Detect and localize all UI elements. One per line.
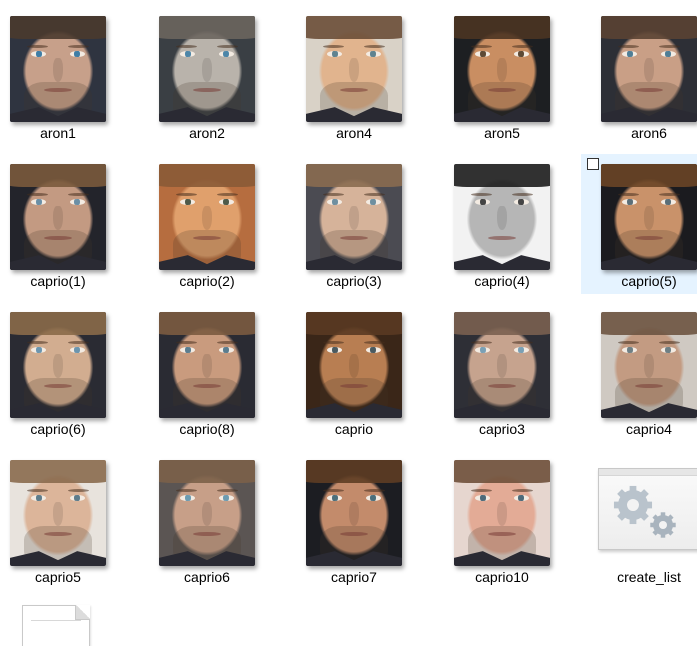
- face-photo: [454, 312, 550, 418]
- file-item-image[interactable]: aron5: [434, 6, 570, 146]
- face-photo: [10, 312, 106, 418]
- image-thumbnail: [306, 16, 402, 122]
- file-name-label: aron2: [189, 125, 225, 141]
- file-item-image[interactable]: aron6: [581, 6, 697, 146]
- file-item-image[interactable]: caprio10: [434, 450, 570, 590]
- file-item-image[interactable]: caprio4: [581, 302, 697, 442]
- file-name-label: create_list: [617, 569, 681, 585]
- image-thumbnail: [601, 312, 697, 418]
- file-item-image[interactable]: caprio(1): [0, 154, 126, 294]
- script-thumbnail: [598, 468, 697, 550]
- image-thumbnail: [10, 312, 106, 418]
- file-name-label: caprio(6): [30, 421, 86, 437]
- face-photo: [159, 460, 255, 566]
- file-item-image[interactable]: caprio(5): [581, 154, 697, 294]
- face-photo: [10, 460, 106, 566]
- file-item-image[interactable]: caprio: [286, 302, 422, 442]
- face-photo: [306, 164, 402, 270]
- image-thumbnail: [601, 164, 697, 270]
- file-name-label: caprio(1): [30, 273, 86, 289]
- file-item-image[interactable]: aron4: [286, 6, 422, 146]
- file-name-label: caprio3: [479, 421, 525, 437]
- image-thumbnail: [159, 312, 255, 418]
- file-item-image[interactable]: caprio(6): [0, 302, 126, 442]
- file-name-label: caprio(5): [621, 273, 677, 289]
- face-photo: [306, 16, 402, 122]
- file-name-label: caprio6: [184, 569, 230, 585]
- image-thumbnail: [306, 164, 402, 270]
- image-thumbnail: [10, 16, 106, 122]
- image-thumbnail: [159, 460, 255, 566]
- file-item-image[interactable]: caprio(2): [139, 154, 275, 294]
- file-name-label: aron6: [631, 125, 667, 141]
- file-item-image[interactable]: caprio5: [0, 450, 126, 590]
- face-photo: [159, 312, 255, 418]
- image-thumbnail: [454, 460, 550, 566]
- file-name-label: caprio: [334, 421, 374, 437]
- file-item-image[interactable]: caprio(4): [434, 154, 570, 294]
- file-name-label: caprio(3): [326, 273, 382, 289]
- file-name-label: caprio(8): [179, 421, 235, 437]
- image-thumbnail: [10, 164, 106, 270]
- image-thumbnail: [159, 16, 255, 122]
- face-photo: [454, 16, 550, 122]
- face-photo: [454, 460, 550, 566]
- image-thumbnail: [454, 164, 550, 270]
- file-name-label: caprio5: [35, 569, 81, 585]
- file-item-image[interactable]: caprio6: [139, 450, 275, 590]
- image-thumbnail: [306, 312, 402, 418]
- face-photo: [306, 460, 402, 566]
- file-name-label: caprio(4): [474, 273, 530, 289]
- face-photo: [159, 16, 255, 122]
- face-photo: [601, 312, 697, 418]
- file-name-label: aron1: [40, 125, 76, 141]
- file-item-image[interactable]: caprio7: [286, 450, 422, 590]
- face-photo: [10, 164, 106, 270]
- image-thumbnail: [159, 164, 255, 270]
- face-photo: [306, 312, 402, 418]
- face-photo: [159, 164, 255, 270]
- file-item-image[interactable]: aron1: [0, 6, 126, 146]
- select-checkbox[interactable]: [587, 158, 599, 170]
- face-photo: [601, 16, 697, 122]
- image-thumbnail: [306, 460, 402, 566]
- image-thumbnail: [454, 312, 550, 418]
- face-photo: [454, 164, 550, 270]
- gears-icon: [613, 485, 676, 538]
- face-photo: [601, 164, 697, 270]
- file-name-label: caprio4: [626, 421, 672, 437]
- file-name-label: caprio7: [331, 569, 377, 585]
- file-name-label: caprio(2): [179, 273, 235, 289]
- image-thumbnail: [10, 460, 106, 566]
- file-item-script[interactable]: create_list: [581, 450, 697, 590]
- partial-file-icon[interactable]: [22, 605, 90, 646]
- file-name-label: aron5: [484, 125, 520, 141]
- file-item-image[interactable]: caprio3: [434, 302, 570, 442]
- face-photo: [10, 16, 106, 122]
- image-thumbnail: [454, 16, 550, 122]
- file-item-image[interactable]: caprio(8): [139, 302, 275, 442]
- file-name-label: aron4: [336, 125, 372, 141]
- file-item-image[interactable]: aron2: [139, 6, 275, 146]
- file-item-image[interactable]: caprio(3): [286, 154, 422, 294]
- file-name-label: caprio10: [475, 569, 529, 585]
- image-thumbnail: [601, 16, 697, 122]
